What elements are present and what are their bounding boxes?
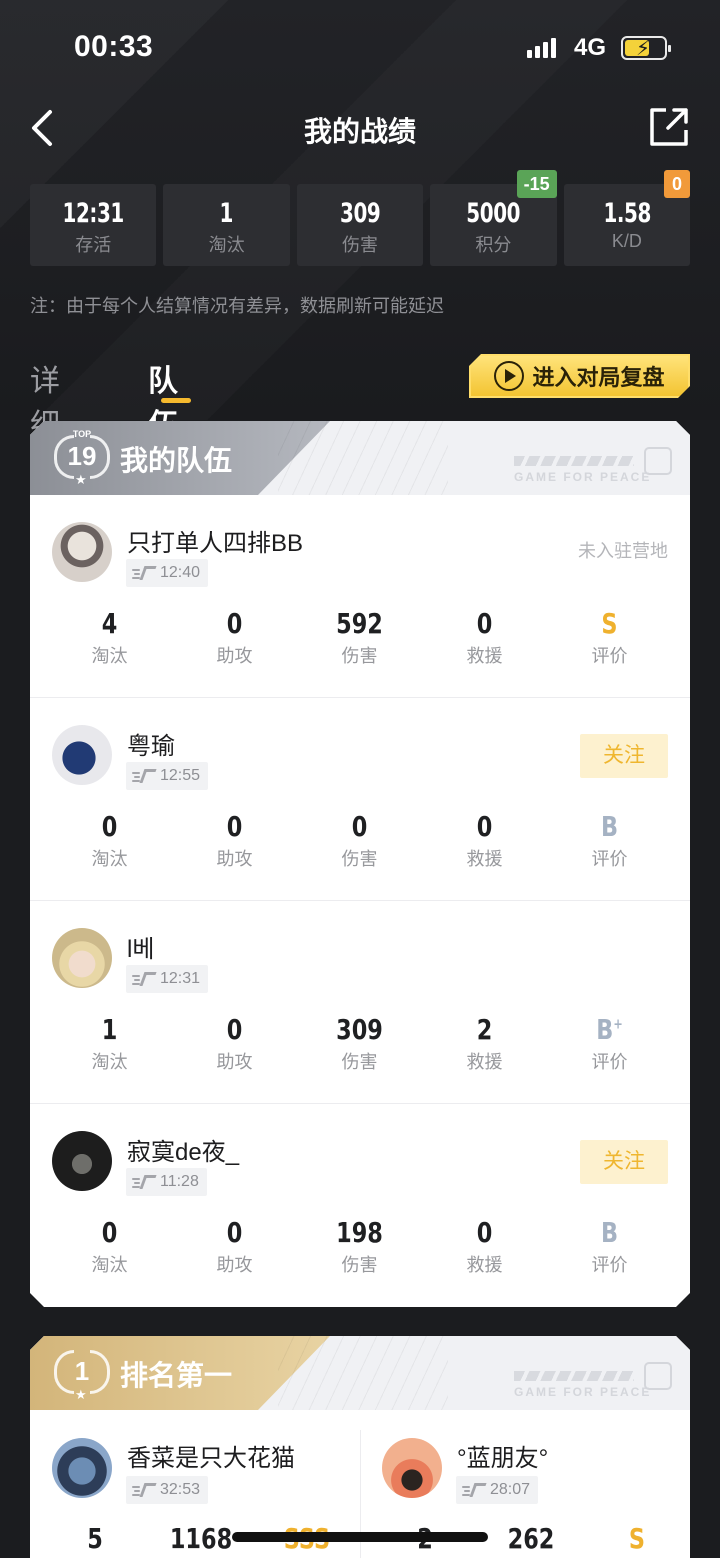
stat-points: -15 5000 积分 [430,170,557,266]
match-replay-label: 进入对局复盘 [532,365,665,390]
running-icon [132,565,156,581]
player-stats: 1 淘汰 0 助攻 309 伤害 2 救援 B+ 评价 [30,1013,690,1074]
brand-watermark: GAME FOR PEACE [514,447,672,475]
player-name: 香菜是只大花猫 [127,1445,295,1472]
points-change-badge: -15 [516,170,557,198]
rating-grade: B [600,810,619,843]
player-stats: 0 淘汰 0 助攻 198 伤害 0 救援 B 评价 [30,1216,690,1277]
page-title: 我的战绩 [303,116,416,147]
running-icon [132,768,156,784]
signal-icon [527,38,556,58]
rating-grade: S [601,607,618,640]
player-name: °蓝朋友° [457,1445,549,1472]
battery-charging-icon: ⚡ [621,36,671,60]
survival-time: 32:53 [126,1476,208,1504]
team-rank: 19 [67,441,97,471]
team-player-row[interactable]: 寂寞de夜_ 11:28 关注 0 淘汰 0 助攻 198 伤害 0 救援 B 评价 [30,1104,690,1307]
team-player-row[interactable]: l베 12:31 1 淘汰 0 助攻 309 伤害 2 救援 B+ 评价 [30,901,690,1104]
active-tab-indicator [161,398,191,403]
stat-eliminations: 1 淘汰 [163,184,290,266]
stat-damage: 309 伤害 [296,184,424,266]
avatar[interactable] [52,522,112,582]
share-icon[interactable] [648,106,690,148]
running-icon [132,971,156,987]
survival-time: 12:40 [126,559,208,587]
avatar[interactable] [382,1438,442,1498]
team-player-row[interactable]: 粤瑜 12:55 关注 0 淘汰 0 助攻 0 伤害 0 救援 B 评价 [30,698,690,901]
status-time: 00:33 [74,30,154,63]
status-bar: 00:33 4G ⚡ [0,0,720,96]
player-stats: 0 淘汰 0 助攻 0 伤害 0 救援 B 评价 [30,810,690,871]
follow-button[interactable]: 关注 [580,734,668,778]
survival-time: 28:07 [456,1476,538,1504]
network-type: 4G [574,34,607,61]
player-name: 粤瑜 [127,733,175,760]
player-name: 只打单人四排BB [127,530,304,557]
rating-grade: B [600,1216,619,1249]
team-card: TOP 19 ★ 我的队伍 GAME FOR PEACE 只打单人四排BB 12… [30,421,690,1307]
nav-bar: 我的战绩 [0,96,720,160]
top-rank-title: 排名第一 [120,1360,233,1391]
rank-medal-icon: 1 ★ [50,1342,114,1404]
team-player-row[interactable]: 只打单人四排BB 12:40 未入驻营地 4 淘汰 0 助攻 592 伤害 0 救援 S… [30,495,690,698]
camp-status: 未入驻营地 [578,541,668,561]
avatar[interactable] [52,928,112,988]
top-rank-number: 1 [74,1356,90,1386]
player-name: l베 [127,936,155,963]
player-stats: 4 淘汰 0 助攻 592 伤害 0 救援 S 评价 [30,607,690,668]
top-rank-card-header: 1 ★ 排名第一 GAME FOR PEACE [30,1336,690,1410]
rating-grade: B+ [596,1013,623,1046]
survival-time: 12:55 [126,762,208,790]
avatar[interactable] [52,1438,112,1498]
stat-survival: 12:31 存活 [30,184,157,266]
running-icon [132,1482,156,1498]
rank-medal-icon: TOP 19 ★ [50,427,114,489]
running-icon [132,1174,156,1190]
home-indicator[interactable] [232,1532,488,1542]
avatar[interactable] [52,1131,112,1191]
play-icon [494,361,524,391]
data-delay-note: 注：由于每个人结算情况有差异，数据刷新可能延迟 [30,296,444,316]
survival-time: 11:28 [126,1168,207,1196]
top-rank-card: 1 ★ 排名第一 GAME FOR PEACE 香菜是只大花猫 32:53 5 … [30,1336,690,1558]
kd-change-badge: 0 [664,170,691,198]
team-card-header: TOP 19 ★ 我的队伍 GAME FOR PEACE [30,421,690,495]
survival-time: 12:31 [126,965,208,993]
summary-stats: 12:31 存活 1 淘汰 309 伤害 -15 5000 积分 0 1.58 … [30,170,691,266]
match-replay-button[interactable]: 进入对局复盘 [469,354,690,398]
brand-watermark: GAME FOR PEACE [514,1362,672,1390]
running-icon [462,1482,486,1498]
follow-button[interactable]: 关注 [580,1140,668,1184]
stat-kd: 0 1.58 K/D [563,170,691,266]
player-name: 寂寞de夜_ [127,1139,240,1166]
avatar[interactable] [52,725,112,785]
team-card-title: 我的队伍 [120,445,233,476]
